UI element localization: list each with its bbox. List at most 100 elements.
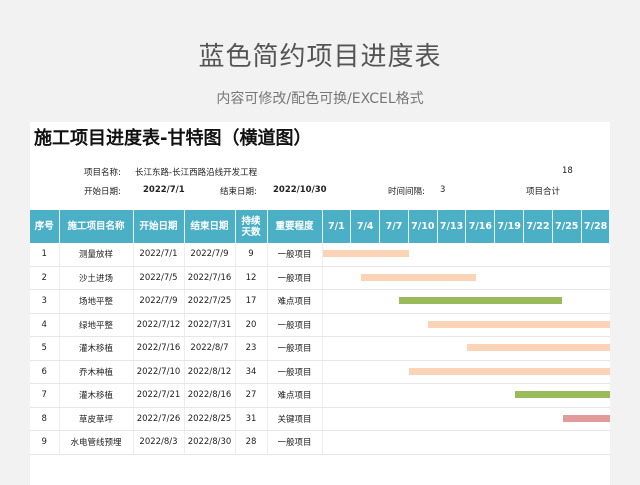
task-no[interactable]: 5 [30,336,60,361]
task-name[interactable]: 灌木移植 [59,383,134,408]
task-end-date[interactable]: 2022/7/25 [184,289,236,314]
task-end-date[interactable]: 2022/8/30 [184,430,236,455]
gantt-cell [552,243,582,267]
gantt-cell [581,266,610,290]
gantt-cell [437,266,466,290]
task-name[interactable]: 测量放样 [59,243,134,267]
interval-value[interactable]: 3 [440,185,445,195]
task-days[interactable]: 27 [235,383,268,408]
date-header: 7/13 [437,210,467,243]
task-row: 4 绿地平整 2022/7/12 2022/7/31 20 一般项目 [30,313,610,337]
task-name[interactable]: 草皮草坪 [59,407,134,431]
task-end-date[interactable]: 2022/7/9 [184,243,236,267]
task-level[interactable]: 一般项目 [267,243,323,267]
task-end-date[interactable]: 2022/8/12 [184,360,236,384]
task-level[interactable]: 一般项目 [267,360,323,384]
task-level[interactable]: 一般项目 [267,266,323,290]
task-start-date[interactable]: 2022/7/12 [133,313,185,337]
task-days[interactable]: 34 [235,360,268,384]
task-row: 3 场地平整 2022/7/9 2022/7/25 17 难点项目 [30,289,610,314]
task-days[interactable]: 28 [235,430,268,455]
gantt-cell [350,383,380,408]
start-date-value[interactable]: 2022/7/1 [143,185,185,195]
task-end-date[interactable]: 2022/8/16 [184,383,236,408]
task-level[interactable]: 关键项目 [267,407,323,431]
task-end-date[interactable]: 2022/7/31 [184,313,236,337]
date-header: 7/25 [552,210,582,243]
task-start-date[interactable]: 2022/7/10 [133,360,185,384]
gantt-cell [581,289,610,314]
task-name[interactable]: 水电管线预埋 [59,430,134,455]
col-header-days: 持续 天数 [235,210,268,243]
gantt-cell [523,430,553,455]
task-start-date[interactable]: 2022/7/1 [133,243,185,267]
task-no[interactable]: 1 [30,243,60,267]
date-header: 7/16 [465,210,496,243]
task-no[interactable]: 8 [30,407,60,431]
task-days[interactable]: 17 [235,289,268,314]
gantt-cell [322,289,563,314]
task-end-date[interactable]: 2022/8/25 [184,407,236,431]
date-header: 7/19 [494,210,525,243]
task-days[interactable]: 23 [235,336,268,361]
gantt-cell [523,407,553,431]
task-name[interactable]: 场地平整 [59,289,134,314]
task-row: 7 灌木移植 2022/7/21 2022/8/16 27 难点项目 [30,383,610,408]
gantt-cell [552,360,582,384]
task-start-date[interactable]: 2022/7/9 [133,289,185,314]
task-name[interactable]: 沙土进场 [59,266,134,290]
gantt-cell [379,336,409,361]
task-no[interactable]: 4 [30,313,60,337]
task-level[interactable]: 一般项目 [267,430,323,455]
task-no[interactable]: 6 [30,360,60,384]
task-level[interactable]: 一般项目 [267,313,323,337]
task-days[interactable]: 12 [235,266,268,290]
gantt-cell [350,336,380,361]
task-start-date[interactable]: 2022/8/3 [133,430,185,455]
project-name-value[interactable]: 长江东路-长江西路沿线开发工程 [135,166,257,178]
task-level[interactable]: 难点项目 [267,383,323,408]
task-start-date[interactable]: 2022/7/16 [133,336,185,361]
gantt-cell [379,313,409,337]
task-no[interactable]: 7 [30,383,60,408]
gantt-cell [523,360,553,384]
gantt-cell [350,313,380,337]
gantt-sheet: 施工项目进度表-甘特图（横道图） 项目名称: 长江东路-长江西路沿线开发工程 1… [30,122,610,485]
task-days[interactable]: 31 [235,407,268,431]
task-no[interactable]: 2 [30,266,60,290]
gantt-cell [494,383,524,408]
task-no[interactable]: 3 [30,289,60,314]
gantt-cell [552,289,582,314]
gantt-cell [322,430,351,455]
task-level[interactable]: 一般项目 [267,336,323,361]
task-name[interactable]: 乔木种植 [59,360,134,384]
gantt-cell [350,266,380,290]
task-start-date[interactable]: 2022/7/26 [133,407,185,431]
col-header-level: 重要程度 [267,210,323,243]
task-row: 6 乔木种植 2022/7/10 2022/8/12 34 一般项目 [30,360,610,384]
task-row: 9 水电管线预埋 2022/8/3 2022/8/30 28 一般项目 [30,430,610,455]
task-name[interactable]: 灌木移植 [59,336,134,361]
gantt-cell [523,266,553,290]
task-level[interactable]: 难点项目 [267,289,323,314]
gantt-cell [552,383,582,408]
task-name[interactable]: 绿地平整 [59,313,134,337]
task-no[interactable]: 9 [30,430,60,455]
task-end-date[interactable]: 2022/7/16 [184,266,236,290]
gantt-cell [465,313,495,337]
gantt-cell [437,383,466,408]
end-date-value[interactable]: 2022/10/30 [273,185,327,195]
date-header: 7/10 [408,210,438,243]
sheet-title: 施工项目进度表-甘特图（横道图） [34,128,312,149]
task-start-date[interactable]: 2022/7/21 [133,383,185,408]
task-end-date[interactable]: 2022/8/7 [184,336,236,361]
task-days[interactable]: 20 [235,313,268,337]
gantt-cell [552,336,582,361]
gantt-cell [350,360,380,384]
gantt-cell [408,336,438,361]
task-start-date[interactable]: 2022/7/5 [133,266,185,290]
task-days[interactable]: 9 [235,243,268,267]
gantt-cell [581,360,610,384]
gantt-cell [322,360,610,384]
col-header-name: 施工项目名称 [59,210,134,243]
